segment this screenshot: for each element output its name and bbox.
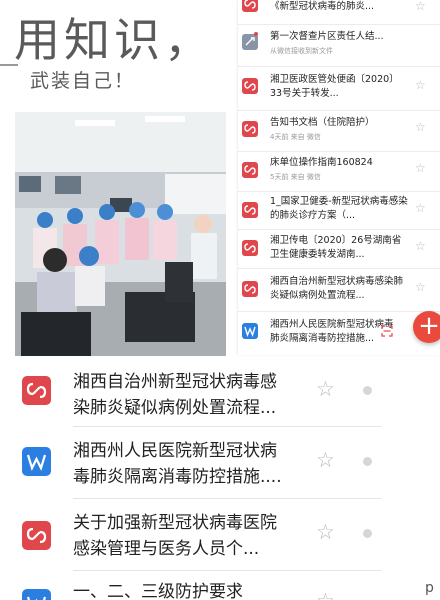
file-title: 湘卫医政医管处便函〔2020〕33号关于转发... bbox=[270, 74, 399, 99]
star-icon[interactable]: ☆ bbox=[316, 520, 335, 544]
file-row[interactable]: 湘卫医政医管处便函〔2020〕33号关于转发... ☆ bbox=[238, 66, 440, 111]
pdf-file-icon bbox=[242, 162, 258, 178]
file-title: 《新型冠状病毒的肺炎... bbox=[270, 1, 375, 12]
file-title: 床单位操作指南160824 bbox=[270, 157, 373, 168]
star-icon[interactable]: ☆ bbox=[316, 377, 335, 401]
star-icon[interactable]: ☆ bbox=[415, 120, 426, 134]
list-item-title: 湘西自治州新型冠状病毒感染肺炎疑似病例处置流程... bbox=[73, 372, 277, 418]
file-title: 湘西自治州新型冠状病毒感染肺炎疑似病例处置流程... bbox=[270, 276, 404, 301]
divider bbox=[73, 498, 381, 499]
pdf-file-icon bbox=[242, 202, 258, 218]
list-item-title: 湘西州人民医院新型冠状病毒肺炎隔离消毒防控措施.... bbox=[73, 441, 282, 487]
file-row[interactable]: 湘西自治州新型冠状病毒感染肺炎疑似病例处置流程... ☆ bbox=[238, 268, 440, 312]
more-dot[interactable] bbox=[363, 386, 372, 395]
file-row[interactable]: 1_国家卫健委-新型冠状病毒感染的肺炎诊疗方案（... ☆ bbox=[238, 191, 440, 230]
star-icon[interactable]: ☆ bbox=[316, 589, 335, 600]
star-icon[interactable]: ☆ bbox=[415, 0, 426, 13]
file-row[interactable]: 湘卫传电〔2020〕26号湖南省卫生健康委转发湖南... ☆ bbox=[238, 229, 440, 269]
add-button[interactable]: + bbox=[413, 311, 440, 343]
star-icon[interactable]: ☆ bbox=[415, 78, 426, 92]
list-item[interactable]: 湘西州人民医院新型冠状病毒肺炎隔离消毒防控措施.... ☆ bbox=[0, 428, 440, 501]
list-item[interactable]: 关于加强新型冠状病毒医院感染管理与医务人员个... ☆ bbox=[0, 500, 440, 573]
divider bbox=[0, 64, 18, 66]
file-meta: 从微信接收到新文件 bbox=[270, 47, 333, 55]
divider bbox=[73, 426, 381, 427]
scan-icon[interactable] bbox=[381, 322, 393, 337]
star-icon[interactable]: ☆ bbox=[415, 201, 426, 215]
meeting-photo bbox=[15, 112, 226, 356]
file-row[interactable]: 床单位操作指南160824 5天前 来自 微信 ☆ bbox=[238, 151, 440, 192]
word-file-icon bbox=[22, 447, 51, 476]
file-title: 湘卫传电〔2020〕26号湖南省卫生健康委转发湖南... bbox=[270, 235, 402, 260]
unread-dot bbox=[254, 32, 258, 36]
pdf-file-icon bbox=[242, 240, 258, 256]
pdf-file-icon bbox=[242, 281, 258, 297]
word-file-icon bbox=[242, 323, 258, 339]
star-icon[interactable]: ☆ bbox=[415, 280, 426, 294]
file-row[interactable]: 湘西州人民医院新型冠状病毒肺炎隔离消毒防控措施... bbox=[238, 311, 440, 355]
star-icon[interactable]: ☆ bbox=[415, 239, 426, 253]
file-meta: 5天前 来自 微信 bbox=[270, 173, 321, 181]
list-item[interactable]: 湘西自治州新型冠状病毒感染肺炎疑似病例处置流程... ☆ bbox=[0, 355, 440, 428]
recent-files-panel: 《新型冠状病毒的肺炎... ☆ 第一次督查片区责任人结... 从微信接收到新文件… bbox=[238, 0, 440, 355]
pdf-file-icon bbox=[242, 0, 258, 12]
word-file-icon bbox=[22, 589, 51, 600]
file-title: 告知书文档（住院陪护） bbox=[270, 117, 375, 128]
edge-glyph: p bbox=[425, 580, 434, 596]
star-icon[interactable]: ☆ bbox=[316, 448, 335, 472]
file-row[interactable]: 告知书文档（住院陪护） 4天前 来自 微信 ☆ bbox=[238, 110, 440, 152]
poster-title: 用知识， bbox=[14, 13, 214, 67]
poster-subtitle: 武装自己！ bbox=[30, 70, 136, 92]
pdf-file-icon bbox=[242, 121, 258, 137]
new-file-notification-icon bbox=[242, 34, 258, 50]
pdf-file-icon bbox=[22, 376, 51, 405]
list-item-title: 一、二、三级防护要求 bbox=[73, 582, 243, 600]
file-title: 1_国家卫健委-新型冠状病毒感染的肺炎诊疗方案（... bbox=[270, 196, 408, 221]
file-row[interactable]: 第一次督查片区责任人结... 从微信接收到新文件 bbox=[238, 24, 440, 67]
pdf-file-icon bbox=[22, 521, 51, 550]
file-title: 湘西州人民医院新型冠状病毒肺炎隔离消毒防控措施... bbox=[270, 319, 394, 344]
star-icon[interactable]: ☆ bbox=[415, 161, 426, 175]
pdf-file-icon bbox=[242, 78, 258, 94]
file-title: 第一次督查片区责任人结... bbox=[270, 31, 384, 42]
list-item-title: 关于加强新型冠状病毒医院感染管理与医务人员个... bbox=[73, 513, 277, 559]
divider bbox=[73, 570, 381, 571]
more-dot[interactable] bbox=[363, 529, 372, 538]
list-item[interactable]: 一、二、三级防护要求 ☆ bbox=[0, 573, 440, 600]
file-meta: 4天前 来自 微信 bbox=[270, 133, 321, 141]
file-row[interactable]: 《新型冠状病毒的肺炎... ☆ bbox=[238, 0, 440, 25]
more-dot[interactable] bbox=[363, 457, 372, 466]
